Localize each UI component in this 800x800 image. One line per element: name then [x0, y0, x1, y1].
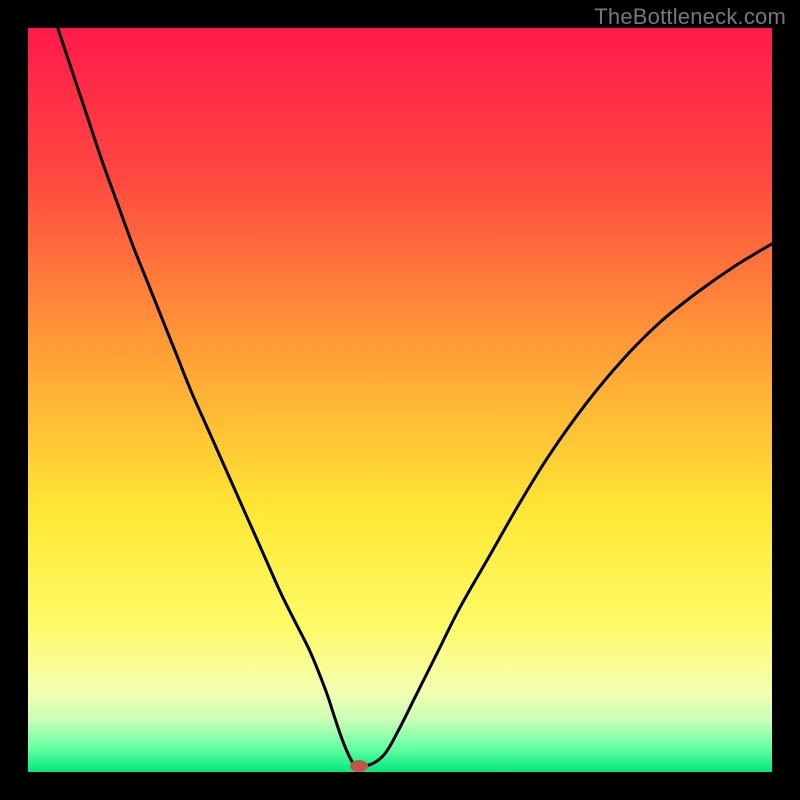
plot-area — [28, 28, 772, 772]
optimum-marker — [350, 760, 368, 772]
watermark-text: TheBottleneck.com — [594, 4, 786, 30]
gradient-background — [28, 28, 772, 772]
bottleneck-chart — [28, 28, 772, 772]
frame: TheBottleneck.com — [0, 0, 800, 800]
